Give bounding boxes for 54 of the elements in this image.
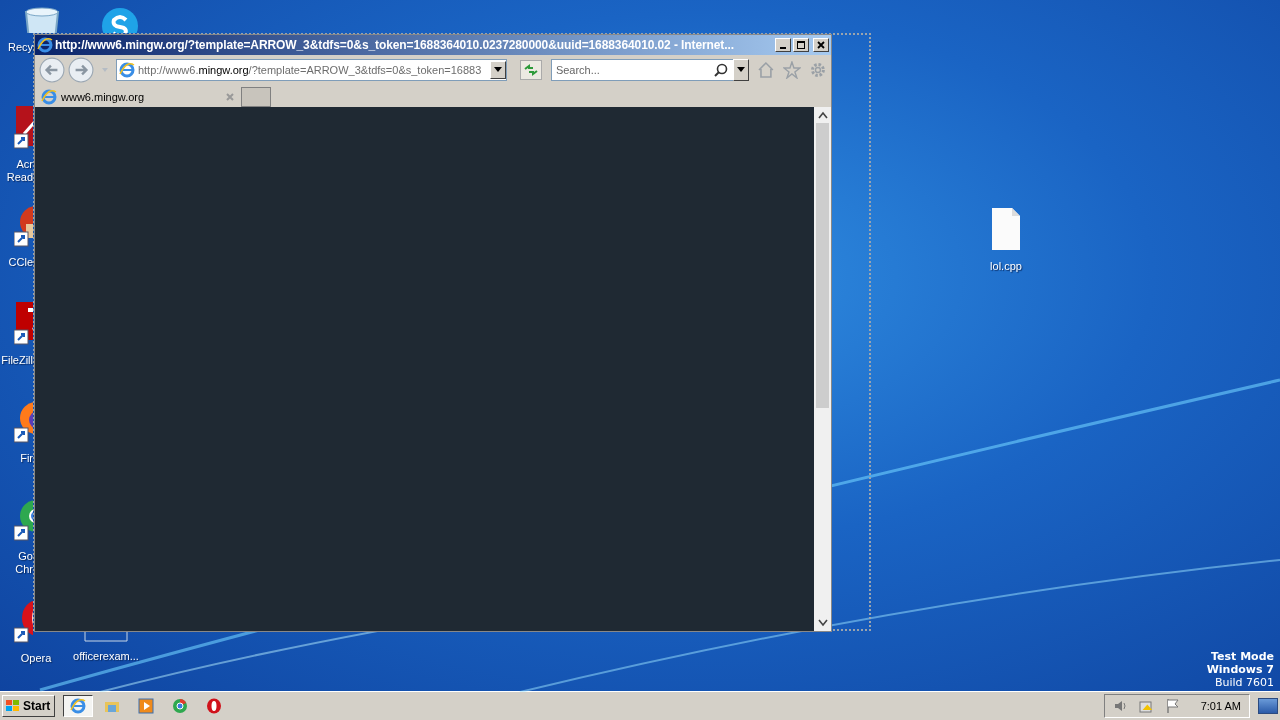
close-button[interactable] bbox=[813, 38, 829, 52]
icon-label[interactable]: Go bbox=[18, 550, 33, 563]
dropdown-button[interactable] bbox=[490, 61, 507, 79]
start-button[interactable]: Start bbox=[2, 695, 56, 717]
scroll-down-icon[interactable] bbox=[817, 619, 828, 627]
icon-label[interactable]: Opera bbox=[20, 652, 52, 665]
page-icon bbox=[41, 89, 57, 105]
icon-label[interactable]: CCle bbox=[8, 256, 33, 269]
minimize-button[interactable] bbox=[775, 38, 791, 52]
scroll-up-icon[interactable] bbox=[817, 111, 828, 119]
star-icon[interactable] bbox=[783, 61, 802, 79]
window-title: http://www6.mingw.org/?template=ARROW_3&tdfs=0&s_token=1688364010.0237280000&uuid=1688364010.02 - Internet... bbox=[55, 38, 735, 52]
tab-title: www6.mingw.org bbox=[61, 91, 146, 103]
icon-label[interactable]: Recy bbox=[7, 41, 33, 54]
icon-label[interactable]: Read bbox=[6, 171, 33, 184]
taskbar-button[interactable] bbox=[63, 695, 94, 717]
app-shortcut-icon[interactable] bbox=[14, 300, 33, 346]
browser-logo-icon bbox=[37, 37, 53, 53]
browser-icon bbox=[172, 698, 189, 714]
show-desktop-button[interactable] bbox=[1258, 698, 1278, 714]
address-field[interactable]: http://www6.mingw.org/?template=ARROW_3&tdfs=0&s_token=16883 bbox=[115, 59, 508, 81]
document-shortcut-icon[interactable] bbox=[14, 104, 33, 150]
icon-label[interactable]: Chr bbox=[15, 563, 33, 576]
dropdown-button[interactable] bbox=[733, 59, 750, 81]
browser-icon bbox=[70, 698, 87, 714]
maximize-button[interactable] bbox=[793, 38, 809, 52]
search-icon[interactable] bbox=[714, 63, 729, 77]
minimize-icon bbox=[780, 47, 786, 49]
windows-flag-icon bbox=[5, 699, 21, 713]
icon-label[interactable]: Fir bbox=[20, 452, 33, 465]
scrollbar[interactable] bbox=[814, 107, 831, 631]
browser-icon bbox=[206, 698, 223, 714]
scroll-thumb[interactable] bbox=[816, 123, 829, 408]
back-button[interactable] bbox=[39, 57, 65, 83]
icon-label[interactable]: lol.cpp bbox=[990, 260, 1022, 273]
address-text: http://www6.mingw.org/?template=ARROW_3&tdfs=0&s_token=16883 bbox=[137, 64, 483, 76]
icon-label[interactable]: FileZill bbox=[1, 354, 33, 367]
system-notice-text: Windows 7 bbox=[1206, 663, 1274, 676]
system-notice-text: Test Mode bbox=[1211, 650, 1274, 663]
forward-button[interactable] bbox=[68, 57, 94, 83]
maximize-icon bbox=[796, 40, 806, 50]
icon-label[interactable]: Acr bbox=[16, 158, 33, 171]
icon-label[interactable]: officerexam... bbox=[73, 650, 139, 663]
caret-icon bbox=[494, 67, 503, 73]
page-icon bbox=[118, 62, 135, 78]
search-field[interactable]: Search... bbox=[550, 59, 734, 81]
flag-icon[interactable] bbox=[1164, 698, 1181, 714]
close-icon bbox=[816, 40, 826, 50]
caret-icon bbox=[737, 67, 746, 73]
clock-text[interactable]: 7:01 AM bbox=[1200, 700, 1241, 712]
speaker-icon[interactable] bbox=[1112, 698, 1129, 714]
refresh-button[interactable] bbox=[520, 60, 542, 80]
system-notice-text: Build 7601 bbox=[1214, 676, 1274, 689]
media-player-icon bbox=[138, 698, 155, 714]
